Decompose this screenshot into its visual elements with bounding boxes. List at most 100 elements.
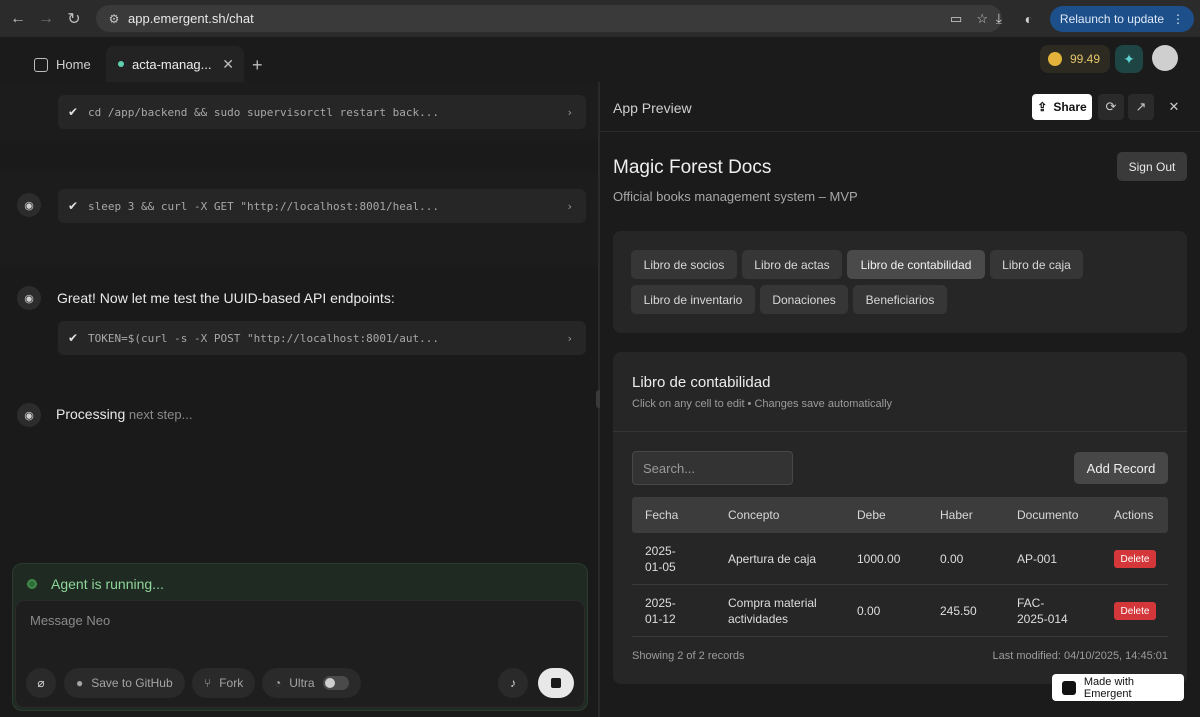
gift-icon[interactable]: ✦ bbox=[1115, 45, 1143, 73]
records-subtitle: Click on any cell to edit • Changes save… bbox=[632, 398, 893, 410]
microphone-icon: ♪ bbox=[510, 676, 516, 690]
command-block[interactable]: ✔ sleep 3 && curl -X GET "http://localho… bbox=[58, 189, 586, 223]
share-button[interactable]: ⇪ Share bbox=[1032, 94, 1092, 120]
command-block[interactable]: ✔ cd /app/backend && sudo supervisorctl … bbox=[58, 95, 586, 129]
download-icon[interactable]: ⤓ bbox=[984, 10, 1014, 27]
command-text: sleep 3 && curl -X GET "http://localhost… bbox=[88, 199, 439, 213]
check-icon: ✔ bbox=[67, 105, 79, 119]
chevron-right-icon[interactable]: › bbox=[568, 106, 572, 119]
cell-haber[interactable]: 245.50 bbox=[940, 603, 977, 619]
column-header-concepto: Concepto bbox=[728, 508, 780, 522]
agent-running-indicator: Agent is running... bbox=[27, 576, 164, 592]
profile-icon[interactable]: ◐ bbox=[1014, 11, 1044, 27]
agent-message: Great! Now let me test the UUID-based AP… bbox=[57, 290, 395, 306]
records-divider bbox=[613, 431, 1187, 432]
message-input[interactable]: Message Neo ⌀ ● Save to GitHub ⑂ Fork ◔ … bbox=[15, 600, 585, 708]
tab-beneficiarios[interactable]: Beneficiarios bbox=[853, 285, 947, 314]
cell-concepto-line: Compra material bbox=[728, 596, 817, 610]
cell-fecha-line: 01-05 bbox=[645, 560, 676, 574]
close-tab-icon[interactable]: ✕ bbox=[222, 56, 234, 73]
tab-libro-de-actas[interactable]: Libro de actas bbox=[742, 250, 842, 279]
records-title: Libro de contabilidad bbox=[632, 374, 771, 391]
delete-button[interactable]: Delete bbox=[1114, 602, 1156, 620]
cell-fecha-line: 2025- bbox=[645, 544, 676, 558]
table-header: Fecha Concepto Debe Haber Documento Acti… bbox=[632, 497, 1168, 533]
cell-concepto-line: actividades bbox=[728, 612, 789, 626]
column-header-actions: Actions bbox=[1114, 508, 1154, 522]
last-modified: Last modified: 04/10/2025, 14:45:01 bbox=[992, 650, 1168, 662]
tab-libro-de-inventario[interactable]: Libro de inventario bbox=[631, 285, 755, 314]
check-icon: ✔ bbox=[67, 331, 79, 345]
table-row: 2025- 01-12 Compra material actividades … bbox=[632, 585, 1168, 637]
agent-bot-icon: ◉ bbox=[17, 403, 41, 427]
sign-out-button[interactable]: Sign Out bbox=[1117, 152, 1187, 181]
github-icon: ● bbox=[76, 676, 84, 690]
cell-documento-line: FAC- bbox=[1017, 596, 1045, 610]
reload-icon[interactable]: ↻ bbox=[60, 5, 88, 33]
search-input[interactable]: Search... bbox=[632, 451, 793, 485]
agent-bot-icon: ◉ bbox=[17, 193, 41, 217]
avatar[interactable] bbox=[1152, 45, 1178, 71]
address-bar[interactable]: ⚙ app.emergent.sh/chat ▭ ☆ bbox=[96, 5, 1002, 32]
table-row: 2025- 01-05 Apertura de caja 1000.00 0.0… bbox=[632, 533, 1168, 585]
attach-button[interactable]: ⌀ bbox=[26, 668, 56, 698]
microphone-button[interactable]: ♪ bbox=[498, 668, 528, 698]
tab-libro-de-contabilidad[interactable]: Libro de contabilidad bbox=[847, 250, 985, 279]
fork-button[interactable]: ⑂ Fork bbox=[192, 668, 256, 698]
cell-documento-line: 2025-014 bbox=[1017, 612, 1068, 626]
command-block[interactable]: ✔ TOKEN=$(curl -s -X POST "http://localh… bbox=[58, 321, 586, 355]
ultra-toggle[interactable]: ◔ Ultra bbox=[262, 668, 361, 698]
emergent-logo-icon bbox=[1062, 680, 1076, 695]
cell-debe[interactable]: 0.00 bbox=[857, 603, 880, 619]
site-info-icon[interactable]: ⚙ bbox=[100, 12, 128, 26]
cell-debe[interactable]: 1000.00 bbox=[857, 551, 900, 567]
cell-concepto[interactable]: Compra material actividades bbox=[728, 595, 817, 627]
back-icon[interactable]: ← bbox=[4, 5, 32, 33]
cell-documento[interactable]: AP-001 bbox=[1017, 551, 1057, 567]
cell-fecha-line: 01-12 bbox=[645, 612, 676, 626]
add-record-button[interactable]: Add Record bbox=[1074, 452, 1168, 484]
refresh-icon[interactable]: ⟳ bbox=[1098, 94, 1124, 120]
forward-icon[interactable]: → bbox=[32, 5, 60, 33]
open-external-icon[interactable]: ↗ bbox=[1128, 94, 1154, 120]
relaunch-button[interactable]: Relaunch to update ⋮ bbox=[1049, 5, 1194, 32]
cell-haber[interactable]: 0.00 bbox=[940, 551, 963, 567]
ultra-switch[interactable] bbox=[322, 676, 349, 690]
tab-acta-management[interactable]: acta-manag... ✕ bbox=[106, 46, 244, 82]
tab-donaciones[interactable]: Donaciones bbox=[760, 285, 848, 314]
save-to-github-button[interactable]: ● Save to GitHub bbox=[64, 668, 185, 698]
chevron-right-icon[interactable]: › bbox=[568, 200, 572, 213]
cell-fecha[interactable]: 2025- 01-12 bbox=[645, 595, 676, 627]
more-menu-icon[interactable]: ⋮ bbox=[1172, 12, 1184, 26]
column-header-documento: Documento bbox=[1017, 508, 1079, 522]
cell-fecha[interactable]: 2025- 01-05 bbox=[645, 543, 676, 575]
tab-libro-de-caja[interactable]: Libro de caja bbox=[990, 250, 1083, 279]
home-tab-icon bbox=[34, 57, 48, 72]
tab-home[interactable]: Home bbox=[34, 57, 91, 72]
tab-status-dot-icon bbox=[118, 61, 124, 67]
cell-documento[interactable]: FAC- 2025-014 bbox=[1017, 595, 1068, 627]
made-with-label: Made with Emergent bbox=[1083, 675, 1135, 700]
chevron-right-icon[interactable]: › bbox=[568, 332, 572, 345]
app-title: Magic Forest Docs bbox=[613, 157, 772, 178]
records-card: Libro de contabilidad Click on any cell … bbox=[613, 352, 1187, 684]
book-tabs-card: Libro de socios Libro de actas Libro de … bbox=[613, 231, 1187, 333]
cell-concepto[interactable]: Apertura de caja bbox=[728, 551, 816, 567]
install-app-icon[interactable]: ▭ bbox=[950, 11, 962, 27]
tab-libro-de-socios[interactable]: Libro de socios bbox=[631, 250, 737, 279]
url-text[interactable]: app.emergent.sh/chat bbox=[128, 11, 254, 26]
stop-button[interactable] bbox=[538, 668, 574, 698]
processing-text: Processing bbox=[56, 406, 126, 422]
fork-label: Fork bbox=[219, 676, 244, 690]
close-icon[interactable]: ✕ bbox=[1161, 94, 1187, 120]
agent-status-text: Agent is running... bbox=[51, 576, 164, 592]
credits-badge[interactable]: 99.49 bbox=[1040, 45, 1111, 73]
tab-active-label: acta-manag... bbox=[132, 56, 212, 72]
agent-bot-icon: ◉ bbox=[17, 286, 41, 310]
running-dot-icon bbox=[27, 579, 37, 589]
processing-subtext: next step... bbox=[125, 407, 193, 422]
made-with-emergent-badge[interactable]: Made with Emergent bbox=[1052, 674, 1184, 701]
new-tab-icon[interactable]: + bbox=[252, 55, 263, 76]
records-count: Showing 2 of 2 records bbox=[632, 650, 745, 662]
delete-button[interactable]: Delete bbox=[1114, 550, 1156, 568]
